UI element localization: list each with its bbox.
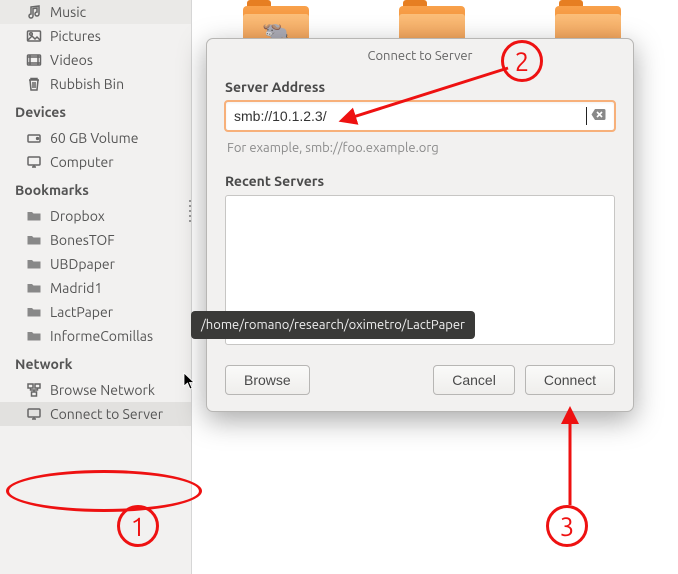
sidebar-item-ubdpaper[interactable]: UBDpaper xyxy=(0,252,191,276)
dialog-title: Connect to Server xyxy=(207,39,633,71)
sidebar-item-trash[interactable]: Rubbish Bin xyxy=(0,72,191,96)
sidebar-item-label: Rubbish Bin xyxy=(50,76,124,92)
sidebar-item-label: UBDpaper xyxy=(50,256,115,272)
sidebar-item-dropbox[interactable]: Dropbox xyxy=(0,204,191,228)
sidebar-item-computer[interactable]: Computer xyxy=(0,150,191,174)
trash-icon xyxy=(26,76,42,92)
text-caret-icon xyxy=(586,107,587,125)
drive-icon xyxy=(26,130,42,146)
music-icon xyxy=(26,4,42,20)
server-address-input-wrap[interactable] xyxy=(225,101,615,131)
sidebar-item-informecomillas[interactable]: InformeComillas xyxy=(0,324,191,348)
sidebar-item-label: Connect to Server xyxy=(50,406,163,422)
sidebar-item-volume[interactable]: 60 GB Volume xyxy=(0,126,191,150)
sidebar-item-videos[interactable]: Videos xyxy=(0,48,191,72)
sidebar-item-label: 60 GB Volume xyxy=(50,130,138,146)
server-address-example: For example, smb://foo.example.org xyxy=(227,141,613,155)
sidebar-item-label: Music xyxy=(50,4,86,20)
sidebar-item-label: Madrid1 xyxy=(50,280,102,296)
pictures-icon xyxy=(26,28,42,44)
folder-icon xyxy=(26,256,42,272)
sidebar-header-devices: Devices xyxy=(0,96,191,126)
folder-icon xyxy=(26,232,42,248)
sidebar-item-madrid1[interactable]: Madrid1 xyxy=(0,276,191,300)
sidebar-item-label: Browse Network xyxy=(50,382,155,398)
cancel-button[interactable]: Cancel xyxy=(433,365,515,395)
folder-icon xyxy=(26,208,42,224)
videos-icon xyxy=(26,52,42,68)
sidebar-item-label: InformeComillas xyxy=(50,328,153,344)
sidebar-item-label: LactPaper xyxy=(50,304,113,320)
sidebar: Music Pictures Videos Rubbish Bin Device… xyxy=(0,0,192,574)
sidebar-item-browse-network[interactable]: Browse Network xyxy=(0,378,191,402)
folder-icon xyxy=(26,304,42,320)
folder-icon xyxy=(26,328,42,344)
sidebar-item-label: Dropbox xyxy=(50,208,105,224)
sidebar-item-label: Computer xyxy=(50,154,114,170)
sidebar-header-network: Network xyxy=(0,348,191,378)
mouse-cursor-icon xyxy=(183,372,197,394)
folder-icon xyxy=(26,280,42,296)
recent-servers-label: Recent Servers xyxy=(225,173,615,189)
browse-button[interactable]: Browse xyxy=(225,365,310,395)
server-icon xyxy=(26,406,42,422)
sidebar-item-pictures[interactable]: Pictures xyxy=(0,24,191,48)
server-address-label: Server Address xyxy=(225,79,615,95)
sidebar-item-label: BonesTOF xyxy=(50,232,115,248)
clear-input-icon[interactable] xyxy=(589,108,608,124)
sidebar-item-label: Videos xyxy=(50,52,93,68)
network-icon xyxy=(26,382,42,398)
sidebar-header-bookmarks: Bookmarks xyxy=(0,174,191,204)
server-address-input[interactable] xyxy=(232,106,588,126)
path-tooltip: /home/romano/research/oximetro/LactPaper xyxy=(191,311,475,339)
connect-to-server-dialog: Connect to Server Server Address For exa… xyxy=(206,38,634,412)
sidebar-item-bonestof[interactable]: BonesTOF xyxy=(0,228,191,252)
computer-icon xyxy=(26,154,42,170)
sidebar-item-music[interactable]: Music xyxy=(0,0,191,24)
connect-button[interactable]: Connect xyxy=(525,365,615,395)
sidebar-item-lactpaper[interactable]: LactPaper xyxy=(0,300,191,324)
sidebar-item-label: Pictures xyxy=(50,28,101,44)
sidebar-item-connect-to-server[interactable]: Connect to Server xyxy=(0,402,191,426)
